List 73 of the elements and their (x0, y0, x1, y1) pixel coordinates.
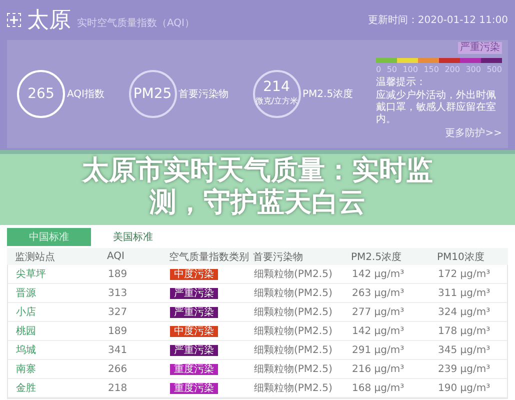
table-cell-text: 细颗粒物(PM2.5) (254, 287, 334, 300)
standard-tab[interactable]: 美国标准 (91, 228, 175, 246)
station-link[interactable]: 尖草坪 (16, 267, 108, 281)
table-cell-text: 313 (108, 288, 128, 298)
category-badge: 重度污染 (170, 382, 218, 394)
category-badge: 中度污染 (170, 326, 218, 336)
column-header: AQI (107, 251, 126, 262)
scale-tick: 100 (402, 65, 418, 74)
page-subtitle: 实时空气质量指数（AQI） (77, 16, 194, 30)
column-header: PM10浓度 (437, 250, 486, 264)
table-cell-text: 细颗粒物(PM2.5) (254, 306, 334, 319)
table-cell-text: 142 μg/m³ (352, 326, 406, 336)
station-link[interactable]: 金胜 (16, 381, 108, 395)
table-cell-text: 216 μg/m³ (352, 364, 406, 374)
scale-tick: 300 (466, 65, 481, 74)
scale-tick: 500 (486, 65, 502, 74)
scale-tick: 50 (386, 65, 397, 74)
table-cell-text: 细颗粒物(PM2.5) (254, 268, 334, 281)
scale-tick: 150 (424, 65, 439, 74)
headline: 太原市实时天气质量：实时监测，守护蓝天白云 (80, 155, 434, 219)
table-cell-text: 291 μg/m³ (352, 344, 406, 356)
column-header: 空气质量指数类别 (169, 250, 250, 264)
more-link[interactable]: 更多防护>> (445, 128, 502, 140)
city-name: 太原 (27, 7, 71, 35)
table-cell-text: 178 μg/m³ (438, 326, 492, 336)
station-link[interactable]: 南寨 (16, 362, 108, 376)
update-time: 更新时间：2020-01-12 11:00 (368, 14, 508, 27)
table-cell-text: 341 (108, 344, 128, 356)
add-icon[interactable] (7, 13, 21, 27)
station-link[interactable]: 晋源 (16, 286, 108, 300)
category-badge: 重度污染 (170, 364, 218, 374)
tip-text: 应减少户外活动，外出时佩戴口罩，敏感人群应留在室内。 (376, 90, 497, 126)
station-link[interactable]: 桃园 (16, 324, 108, 338)
table-cell-text: 345 μg/m³ (438, 344, 492, 356)
station-link[interactable]: 坞城 (16, 343, 108, 357)
metric-value: 214 (263, 80, 290, 94)
category-badge: 严重污染 (170, 306, 218, 318)
table-cell-text: 239 μg/m³ (438, 364, 492, 374)
metric-label: AQI指数 (67, 88, 104, 101)
table-cell-text: 311 μg/m³ (438, 288, 492, 298)
metric-unit: 微克/立方米 (255, 96, 298, 107)
table-cell-text: 324 μg/m³ (438, 306, 492, 318)
table-cell-text: 218 (108, 382, 128, 394)
table-cell-text: 142 μg/m³ (352, 268, 406, 280)
table-cell-text: 327 (108, 306, 128, 318)
metric-value: PM25 (133, 87, 172, 101)
table-cell-text: 细颗粒物(PM2.5) (254, 344, 334, 357)
scale-tick: 200 (444, 65, 460, 74)
category-badge: 中度污染 (170, 268, 218, 280)
scale-tick: 0 (376, 65, 382, 74)
table-cell-text: 266 (108, 364, 128, 374)
column-header: 监测站点 (15, 250, 56, 264)
table-cell-text: 细颗粒物(PM2.5) (254, 363, 334, 376)
category-badge: 严重污染 (170, 288, 218, 298)
station-link[interactable]: 小店 (16, 305, 108, 319)
metric-label: 首要污染物 (178, 88, 228, 101)
table-cell-text: 168 μg/m³ (352, 382, 406, 394)
table-cell-text: 189 (108, 268, 128, 280)
tip-title: 温馨提示： (376, 77, 427, 89)
column-header: 首要污染物 (253, 250, 304, 264)
table-cell-text: 277 μg/m³ (352, 306, 406, 318)
category-badge: 严重污染 (170, 344, 218, 356)
table-cell-text: 172 μg/m³ (438, 268, 492, 280)
column-header: PM2.5浓度 (351, 250, 403, 264)
standard-tab[interactable]: 中国标准 (7, 228, 91, 246)
table-cell-text: 细颗粒物(PM2.5) (254, 382, 334, 395)
table-cell-text: 190 μg/m³ (438, 382, 492, 394)
table-cell-text: 263 μg/m³ (352, 288, 406, 298)
table-cell-text: 细颗粒物(PM2.5) (254, 325, 334, 338)
level-marker: 严重污染 (458, 42, 502, 54)
metric-label: PM2.5浓度 (302, 88, 354, 101)
table-cell-text: 189 (108, 326, 128, 336)
metric-value: 265 (28, 87, 54, 101)
